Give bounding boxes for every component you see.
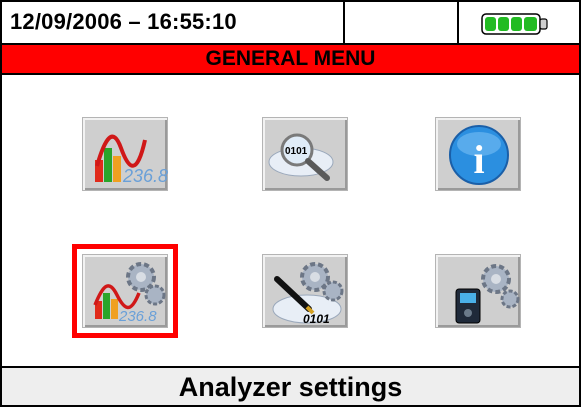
battery-full-icon [481,13,548,35]
info-icon: i [449,125,509,185]
status-footer: Analyzer settings [2,366,579,405]
analyzer-chart-icon: 236.8 [95,134,168,186]
recording-settings-icon: 0101 [272,262,344,326]
menu-title: GENERAL MENU [205,47,376,70]
meter-settings-icon [455,264,520,324]
header-divider [457,2,459,45]
icon-caption: i [473,137,484,182]
icon-caption: 0101 [303,312,330,326]
menu-title-bar: GENERAL MENU [2,45,579,75]
status-header: 12/09/2006 – 16:55:10 [2,2,579,45]
icon-caption: 236.8 [118,308,157,325]
analyzer-settings-button[interactable]: 236.8 [72,244,178,338]
recording-settings-button[interactable]: 0101 [262,254,348,328]
binary-search-icon: 0101 [268,133,334,181]
selected-item-label: Analyzer settings [178,372,403,402]
analyzer-settings-icon: 236.8 [93,262,166,325]
binary-search-button[interactable]: 0101 [262,117,348,191]
datetime-label: 12/09/2006 – 16:55:10 [10,9,237,34]
icon-caption: 236.8 [122,166,168,186]
icon-caption: 0101 [285,146,308,157]
analyzer-chart-button[interactable]: 236.8 [82,117,168,191]
header-divider [343,2,345,45]
info-button[interactable]: i [435,117,521,191]
meter-settings-button[interactable] [435,254,521,328]
instrument-screen: 12/09/2006 – 16:55:10 GENERAL MENU 236.8 [0,0,581,407]
